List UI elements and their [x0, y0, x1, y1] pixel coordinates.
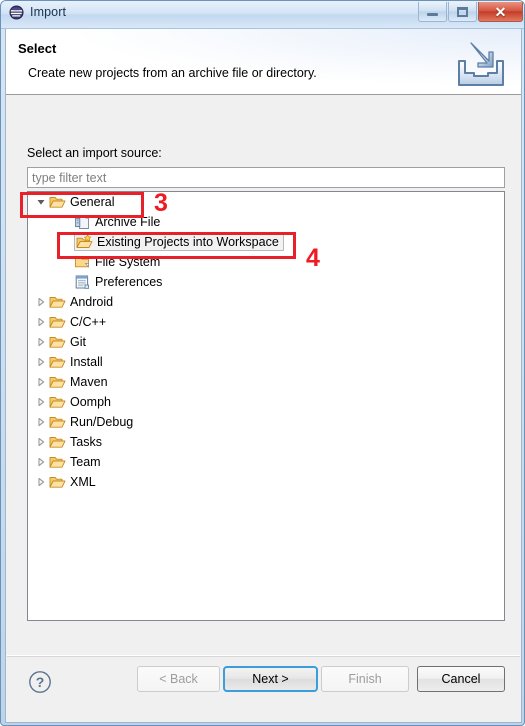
tree-item[interactable]: Archive File [28, 212, 504, 232]
tree-item-label: Tasks [70, 435, 102, 449]
tree-item-content: Tasks [49, 434, 102, 450]
open-folder-icon [49, 374, 66, 390]
import-dialog-window: Import ✕ Select Create new projects from… [0, 0, 525, 726]
open-folder-icon [49, 334, 66, 350]
page-title: Select [18, 41, 57, 56]
tree-item-content: Git [49, 334, 86, 350]
tree-item[interactable]: Run/Debug [28, 412, 504, 432]
open-folder-icon [49, 394, 66, 410]
tree-item-content: Preferences [74, 274, 162, 290]
tree-item-content: File System [74, 254, 160, 270]
close-icon: ✕ [494, 3, 507, 20]
minimize-icon [427, 13, 438, 16]
tree-item-label: Install [70, 355, 103, 369]
wizard-content: Select an import source: General Archive … [6, 96, 521, 654]
svg-text:?: ? [36, 674, 45, 690]
chevron-right-icon[interactable] [33, 374, 49, 390]
maximize-icon [457, 6, 468, 17]
tree-item[interactable]: Git [28, 332, 504, 352]
tree-item[interactable]: Install [28, 352, 504, 372]
chevron-right-icon[interactable] [33, 314, 49, 330]
tree-item-label: General [70, 195, 115, 209]
chevron-right-icon[interactable] [33, 354, 49, 370]
tree-item-label: Existing Projects into Workspace [97, 235, 279, 249]
tree-item[interactable]: Oomph [28, 392, 504, 412]
close-button[interactable]: ✕ [478, 2, 523, 22]
tree-item-content: Maven [49, 374, 108, 390]
open-folder-icon [49, 414, 66, 430]
tree-item[interactable]: Existing Projects into Workspace [28, 232, 504, 252]
tree-item-label: Git [70, 335, 86, 349]
tree-item[interactable]: Android [28, 292, 504, 312]
tree-item-content: Run/Debug [49, 414, 133, 430]
archive-file-icon [74, 214, 91, 230]
tree-item[interactable]: Team [28, 452, 504, 472]
tree-item[interactable]: File System [28, 252, 504, 272]
minimize-button[interactable] [418, 2, 447, 22]
open-folder-icon [49, 354, 66, 370]
tree-item-label: Android [70, 295, 114, 309]
dialog-body: Select Create new projects from an archi… [5, 29, 522, 723]
tree-item[interactable]: Preferences [28, 272, 504, 292]
maximize-button[interactable] [448, 2, 477, 22]
back-button[interactable]: < Back [137, 666, 220, 692]
tree-item-content: Android [49, 294, 113, 310]
chevron-right-icon[interactable] [33, 454, 49, 470]
tree-item[interactable]: C/C++ [28, 312, 504, 332]
title-bar[interactable]: Import ✕ [1, 1, 524, 29]
open-folder-star-icon [76, 234, 93, 250]
tree-item-label: Team [70, 455, 101, 469]
tree-item-content: Archive File [74, 214, 160, 230]
finish-button[interactable]: Finish [321, 666, 409, 692]
chevron-right-icon[interactable] [33, 434, 49, 450]
tree-item-content: Existing Projects into Workspace [74, 233, 284, 251]
preferences-document-icon [74, 274, 91, 290]
tree-item[interactable]: Maven [28, 372, 504, 392]
open-folder-icon [49, 474, 66, 490]
eclipse-globe-icon [9, 5, 24, 20]
import-tray-icon [447, 35, 511, 91]
tree-item[interactable]: General [28, 192, 504, 212]
tree-item-content: Install [49, 354, 103, 370]
chevron-right-icon[interactable] [33, 294, 49, 310]
tree-item[interactable]: Tasks [28, 432, 504, 452]
open-folder-icon [49, 294, 66, 310]
chevron-right-icon[interactable] [33, 334, 49, 350]
tree-item-label: Archive File [95, 215, 161, 229]
next-button[interactable]: Next > [223, 666, 318, 692]
tree-item-content: Oomph [49, 394, 111, 410]
import-source-label: Select an import source: [27, 146, 162, 160]
filter-input[interactable] [27, 167, 505, 188]
tree-item-content: General [49, 194, 114, 210]
tree-item[interactable]: XML [28, 472, 504, 492]
chevron-right-icon[interactable] [33, 394, 49, 410]
window-title: Import [30, 5, 67, 19]
tree-item-label: Oomph [70, 395, 111, 409]
page-description: Create new projects from an archive file… [28, 66, 317, 80]
open-folder-icon [49, 454, 66, 470]
tree-item-label: File System [95, 255, 161, 269]
open-folder-icon [49, 314, 66, 330]
chevron-right-icon[interactable] [33, 414, 49, 430]
tree-item-label: XML [70, 475, 96, 489]
tree-item-content: C/C++ [49, 314, 106, 330]
chevron-down-icon[interactable] [33, 194, 49, 210]
tree-item-label: Run/Debug [70, 415, 134, 429]
folder-icon [74, 254, 91, 270]
tree-item-label: C/C++ [70, 315, 107, 329]
cancel-button[interactable]: Cancel [417, 666, 505, 692]
tree-item-content: Team [49, 454, 101, 470]
tree-item-label: Preferences [95, 275, 163, 289]
chevron-right-icon[interactable] [33, 474, 49, 490]
open-folder-icon [49, 434, 66, 450]
question-mark-icon[interactable]: ? [28, 670, 52, 694]
button-bar: ? < Back Next > Finish Cancel [6, 657, 521, 721]
tree-item-content: XML [49, 474, 96, 490]
wizard-header: Select Create new projects from an archi… [6, 29, 521, 95]
import-source-tree[interactable]: General Archive File Existing Projects int… [27, 191, 505, 621]
title-bar-left: Import [9, 5, 66, 20]
open-folder-icon [49, 194, 66, 210]
tree-item-label: Maven [70, 375, 108, 389]
window-controls: ✕ [417, 2, 523, 22]
